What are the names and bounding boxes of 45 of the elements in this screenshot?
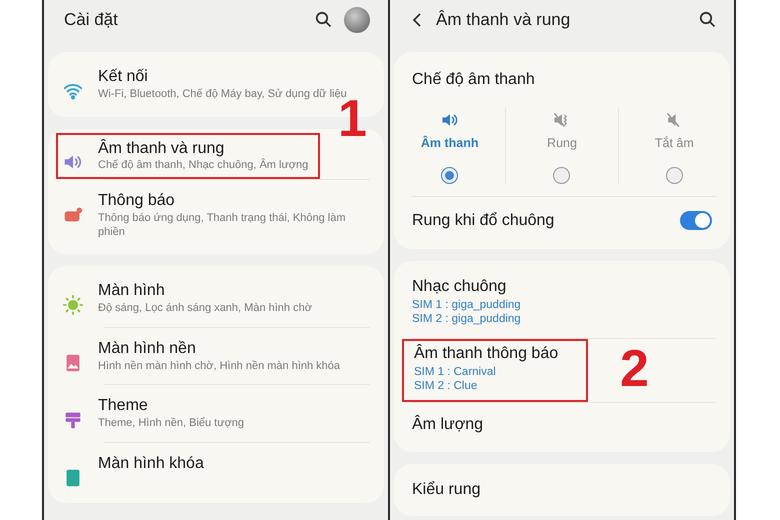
- toggle-switch[interactable]: [680, 211, 712, 230]
- item-title: Nhạc chuông: [412, 276, 508, 297]
- sun-icon: [62, 293, 84, 316]
- highlighted-settings-item[interactable]: Âm thanh thông báo SIM 1 : Carnival SIM 2 : Clue: [402, 339, 588, 402]
- settings-item[interactable]: Kiểu rung: [394, 468, 730, 512]
- section-title: Chế độ âm thanh: [411, 70, 536, 90]
- mode-label: Tắt âm: [654, 135, 694, 152]
- item-title: Màn hình khóa: [98, 454, 204, 474]
- item-title: Thông báo: [98, 191, 176, 212]
- avatar-icon[interactable]: [344, 7, 370, 33]
- settings-item[interactable]: Thông báo Thông báo ứng dụng, Thanh trạng thái, Không làm phiền: [48, 180, 384, 250]
- setting-label: Rung khi đổ chuông: [412, 210, 556, 231]
- item-title: Theme: [98, 396, 149, 416]
- mode-label: Âm thanh: [420, 134, 478, 152]
- item-subtitle: Thông báo ứng dụng, Thanh trạng thái, Không làm phiền: [98, 212, 347, 240]
- settings-item[interactable]: Âm lượng: [394, 402, 730, 448]
- settings-item[interactable]: Màn hình khóa: [48, 443, 384, 500]
- settings-item[interactable]: Màn hình nền Hình nền màn hình chờ, Hình nền màn hình khóa: [48, 328, 384, 384]
- item-title: Âm thanh và rung: [98, 138, 226, 159]
- item-title: Màn hình: [98, 281, 166, 302]
- radio-button[interactable]: [553, 166, 570, 184]
- item-detail: SIM 1 : Carnival: [414, 365, 497, 380]
- item-detail: SIM 2 : Clue: [414, 379, 478, 394]
- item-title: Kiểu rung: [412, 480, 480, 500]
- radio-button[interactable]: [666, 166, 683, 184]
- step-number: 2: [620, 343, 649, 396]
- mode-label: Rung: [547, 135, 577, 152]
- item-subtitle: Wi-Fi, Bluetooth, Chế độ Máy bay, Sử dụng dữ liệu: [98, 88, 347, 100]
- item-title: Màn hình nền: [98, 338, 197, 359]
- settings-item[interactable]: Theme Theme, Hình nền, Biểu tượng: [48, 385, 384, 442]
- item-title: Âm thanh thông báo: [414, 344, 558, 364]
- item-subtitle: Hình nền màn hình chờ, Hình nền màn hình khóa: [98, 360, 340, 374]
- settings-item[interactable]: Màn hình Độ sáng, Lọc ánh sáng xanh, Màn hình chờ: [48, 270, 384, 327]
- settings-item[interactable]: Nhạc chuông SIM 1 : giga_pudding SIM 2 : giga_pudding: [394, 264, 730, 338]
- item-subtitle: Chế độ âm thanh, Nhạc chuông, Âm lượng: [98, 159, 308, 174]
- item-title: Kết nối: [98, 67, 149, 87]
- item-subtitle: Theme, Hình nền, Biểu tượng: [98, 417, 244, 432]
- screen-title: Cài đặt: [64, 9, 119, 32]
- screen-title: Âm thanh và rung: [436, 9, 572, 32]
- item-subtitle: Độ sáng, Lọc ánh sáng xanh, Màn hình chờ: [98, 302, 312, 316]
- item-title: Âm lượng: [412, 414, 483, 435]
- highlighted-settings-item[interactable]: Âm thanh và rung Chế độ âm thanh, Nhạc chuông, Âm lượng: [56, 132, 320, 180]
- item-detail: SIM 2 : giga_pudding: [412, 312, 521, 326]
- radio-button[interactable]: [441, 166, 458, 184]
- item-detail: SIM 1 : giga_pudding: [412, 298, 521, 312]
